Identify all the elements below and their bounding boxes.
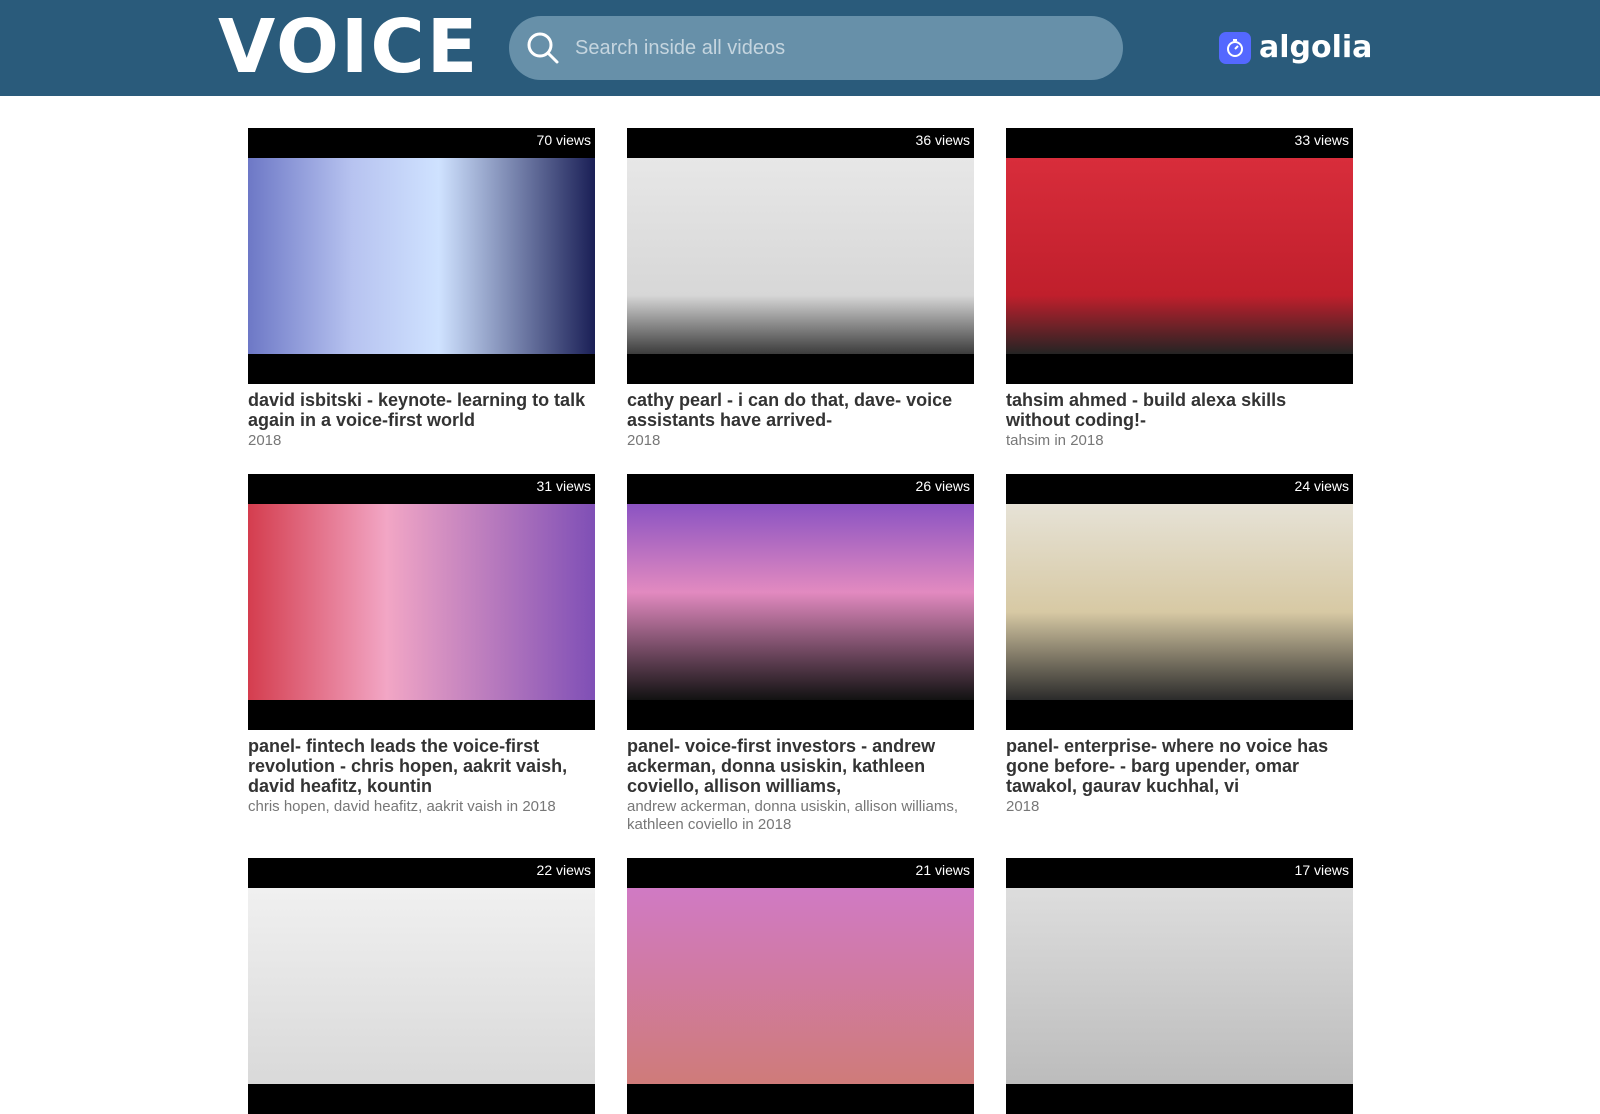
video-subtitle: 2018 <box>627 432 661 449</box>
video-thumbnail[interactable]: 17 views <box>1006 858 1353 1114</box>
search-input[interactable] <box>573 35 1097 61</box>
video-card[interactable]: 33 views tahsim ahmed - build alexa skil… <box>1006 128 1353 450</box>
video-subtitle: andrew ackerman, donna usiskin, allison … <box>627 798 958 833</box>
video-frame <box>1006 888 1353 1084</box>
video-thumbnail[interactable]: 36 views <box>627 128 974 384</box>
video-thumbnail[interactable]: 33 views <box>1006 128 1353 384</box>
video-title[interactable]: panel- fintech leads the voice-first rev… <box>248 736 595 796</box>
video-title[interactable]: tahsim ahmed - build alexa skills withou… <box>1006 390 1353 430</box>
video-frame <box>248 888 595 1084</box>
video-card[interactable]: 70 views david isbitski - keynote- learn… <box>248 128 595 450</box>
view-count: 24 views <box>1294 478 1349 494</box>
view-count: 17 views <box>1294 862 1349 878</box>
algolia-text: algolia <box>1259 30 1373 65</box>
video-frame <box>1006 158 1353 354</box>
video-card[interactable]: 21 views <box>627 858 974 1114</box>
search-bar[interactable] <box>509 16 1123 80</box>
video-title[interactable]: panel- enterprise- where no voice has go… <box>1006 736 1353 796</box>
view-count: 33 views <box>1294 132 1349 148</box>
video-card[interactable]: 36 views cathy pearl - i can do that, da… <box>627 128 974 450</box>
video-card[interactable]: 31 views panel- fintech leads the voice-… <box>248 474 595 834</box>
algolia-logo[interactable]: algolia <box>1219 30 1372 66</box>
video-thumbnail[interactable]: 31 views <box>248 474 595 730</box>
video-thumbnail[interactable]: 70 views <box>248 128 595 384</box>
video-frame <box>1006 504 1353 700</box>
video-title[interactable]: panel- voice-first investors - andrew ac… <box>627 736 974 796</box>
video-subtitle: chris hopen, david heafitz, aakrit vaish… <box>248 798 556 815</box>
video-subtitle: tahsim in 2018 <box>1006 432 1104 449</box>
video-frame <box>248 158 595 354</box>
view-count: 26 views <box>915 478 970 494</box>
video-card[interactable]: 22 views <box>248 858 595 1114</box>
video-thumbnail[interactable]: 24 views <box>1006 474 1353 730</box>
video-frame <box>627 888 974 1084</box>
algolia-stopwatch-icon <box>1219 32 1251 64</box>
view-count: 31 views <box>536 478 591 494</box>
video-frame <box>248 504 595 700</box>
video-subtitle: 2018 <box>1006 798 1040 815</box>
view-count: 70 views <box>536 132 591 148</box>
view-count: 22 views <box>536 862 591 878</box>
video-card[interactable]: 24 views panel- enterprise- where no voi… <box>1006 474 1353 834</box>
video-card[interactable]: 26 views panel- voice-first investors - … <box>627 474 974 834</box>
voice-logo[interactable]: VOICE <box>218 10 479 84</box>
video-frame <box>627 504 974 700</box>
video-card[interactable]: 17 views <box>1006 858 1353 1114</box>
video-thumbnail[interactable]: 26 views <box>627 474 974 730</box>
video-title[interactable]: cathy pearl - i can do that, dave- voice… <box>627 390 974 430</box>
video-frame <box>627 158 974 354</box>
video-title[interactable]: david isbitski - keynote- learning to ta… <box>248 390 595 430</box>
top-header: VOICE algolia <box>0 0 1600 96</box>
search-icon <box>527 32 559 64</box>
view-count: 21 views <box>915 862 970 878</box>
video-grid: 70 views david isbitski - keynote- learn… <box>248 128 1353 1114</box>
video-subtitle: 2018 <box>248 432 282 449</box>
video-thumbnail[interactable]: 22 views <box>248 858 595 1114</box>
video-thumbnail[interactable]: 21 views <box>627 858 974 1114</box>
view-count: 36 views <box>915 132 970 148</box>
